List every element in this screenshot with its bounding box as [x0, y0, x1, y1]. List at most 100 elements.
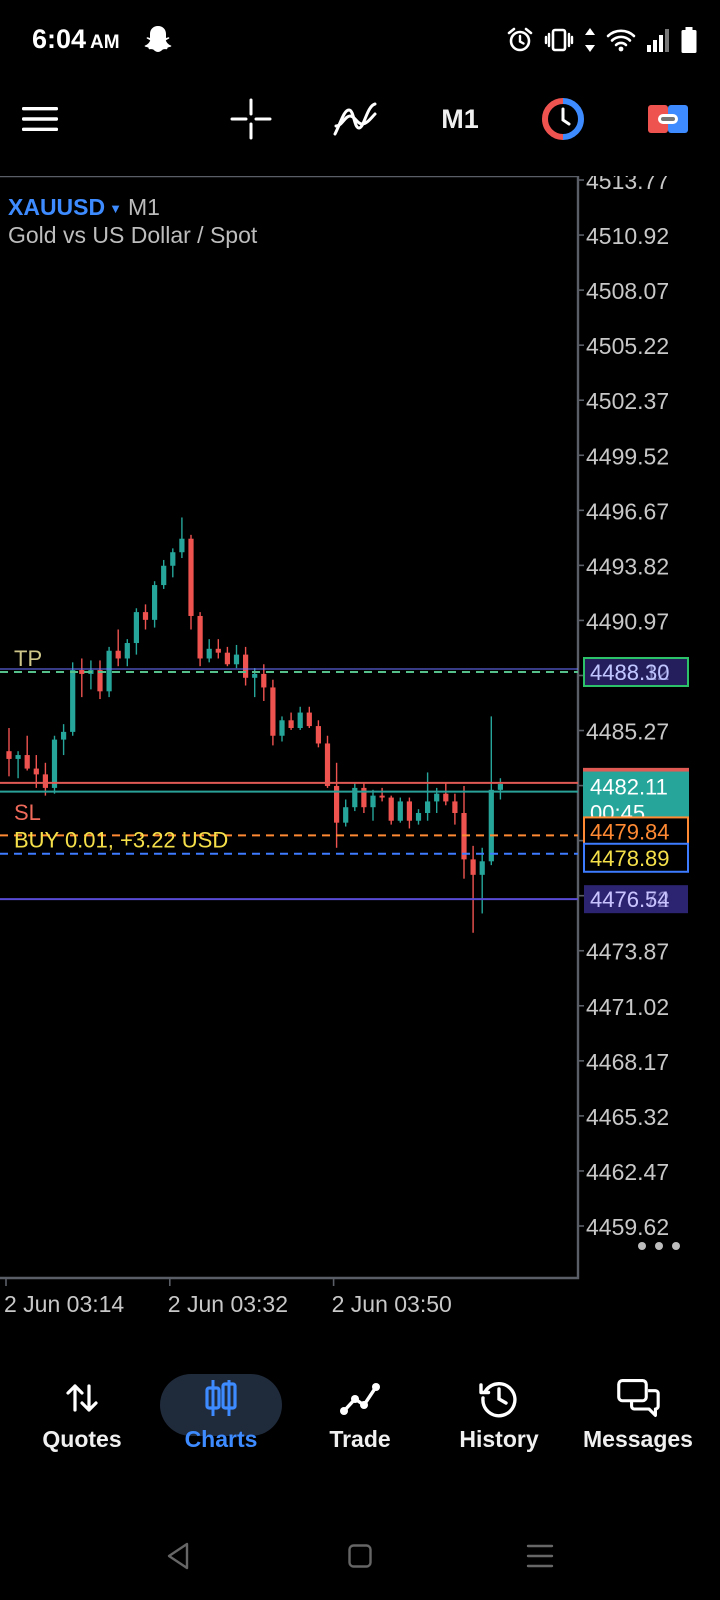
nav-charts[interactable]: Charts: [151, 1358, 291, 1488]
candle-body: [115, 650, 121, 659]
status-icons: [506, 24, 698, 56]
candle-body: [206, 648, 212, 659]
status-time: 6:04 AM: [32, 24, 120, 55]
hamburger-menu-icon: [22, 107, 58, 131]
data-arrows-icon: [585, 28, 595, 52]
candle-body: [33, 768, 39, 775]
system-home-button[interactable]: [342, 1538, 378, 1574]
candle-body: [261, 673, 267, 688]
back-triangle-icon: [167, 1542, 189, 1570]
price-box-text-plain: 4476.54: [590, 887, 670, 912]
nav-label-quotes: Quotes: [42, 1426, 122, 1452]
y-axis-label: 4513.77: [586, 176, 669, 194]
y-axis-label: 4462.47: [586, 1159, 669, 1185]
candle-body: [170, 552, 176, 566]
y-axis-label: 4505.22: [586, 333, 669, 359]
candle-body: [470, 859, 476, 875]
candle-body: [397, 801, 403, 821]
symbol-header[interactable]: XAUUSD ▼ M1: [8, 194, 160, 221]
menu-button[interactable]: [18, 96, 62, 142]
symbol-timeframe: M1: [128, 194, 160, 220]
x-axis-label: 2 Jun 03:14: [4, 1291, 124, 1317]
candle-body: [24, 755, 30, 769]
candle-body: [15, 755, 21, 759]
candle-body: [97, 670, 103, 692]
charts-icon: [199, 1376, 243, 1420]
y-axis-label: 4493.82: [586, 553, 669, 579]
one-click-trade-icon: [648, 105, 688, 133]
trade-icon: [338, 1376, 382, 1420]
nav-label-messages: Messages: [583, 1426, 693, 1452]
candle-body: [297, 712, 303, 729]
candle-body: [306, 712, 312, 727]
nav-messages[interactable]: Messages: [568, 1358, 708, 1488]
candle-body: [6, 751, 12, 759]
bottom-navigation: Quotes Charts Trade History Messages: [0, 1358, 720, 1488]
candle-body: [425, 801, 431, 814]
nav-label-history: History: [459, 1426, 539, 1452]
candle-body: [324, 743, 331, 786]
candle-body: [443, 793, 449, 802]
candle-body: [252, 673, 258, 678]
price-chart[interactable]: 4513.77 4510.92 4508.07 4505.22 4502.37 4499.…: [0, 176, 720, 1322]
candle-body: [224, 652, 230, 665]
symbol-name[interactable]: XAUUSD: [8, 194, 105, 220]
y-axis-label: 4485.27: [586, 719, 669, 745]
messages-icon: [616, 1376, 660, 1420]
symbol-dropdown-icon[interactable]: ▼: [109, 201, 122, 216]
candle-body: [61, 731, 67, 740]
nav-trade[interactable]: Trade: [290, 1358, 430, 1488]
y-axis-label: 4502.37: [586, 388, 669, 414]
candle-body: [79, 670, 85, 674]
candle-body: [288, 720, 294, 729]
symbol-description: Gold vs US Dollar / Spot: [8, 222, 258, 248]
nav-history[interactable]: History: [429, 1358, 569, 1488]
candle-body: [188, 538, 194, 616]
candle-body: [388, 797, 394, 821]
indicator-icon: [333, 102, 377, 136]
price-level-label-position: BUY 0.01, +3.22 USD: [14, 827, 228, 852]
quotes-icon: [60, 1376, 104, 1420]
clock-split-icon: [542, 98, 584, 140]
y-axis-label: 4473.87: [586, 939, 669, 965]
nav-label-trade: Trade: [329, 1426, 391, 1452]
one-click-trading-button[interactable]: [646, 96, 690, 142]
candle-body: [70, 670, 76, 732]
trade-time-button[interactable]: [540, 96, 586, 142]
candle-body: [488, 789, 494, 862]
candle-body: [142, 612, 149, 620]
signal-icon: [647, 29, 669, 52]
candle-body: [42, 774, 48, 788]
price-box-text-bid: 4482.11: [590, 775, 668, 800]
candle-body: [497, 784, 503, 790]
status-bar: 6:04 AM: [0, 0, 720, 80]
wifi-icon: [606, 29, 636, 52]
nav-label-charts: Charts: [184, 1426, 258, 1452]
candle-body: [270, 687, 276, 736]
x-axis-label: 2 Jun 03:50: [332, 1291, 452, 1317]
candle-body: [124, 643, 130, 659]
crosshair-button[interactable]: [228, 96, 274, 142]
recents-lines-icon: [526, 1544, 554, 1568]
price-box-text-position: 4479.84: [590, 819, 670, 844]
more-options-icon[interactable]: [636, 1236, 682, 1256]
system-back-button[interactable]: [160, 1538, 196, 1574]
timeframe-button[interactable]: M1: [432, 96, 488, 142]
candle-body: [479, 861, 485, 875]
x-axis-label: 2 Jun 03:32: [168, 1291, 288, 1317]
crosshair-icon: [230, 98, 272, 140]
candle-body: [243, 654, 249, 678]
candlestick-chart-svg[interactable]: 4513.77 4510.92 4508.07 4505.22 4502.37 4499.…: [0, 176, 720, 1322]
candle-body: [315, 726, 321, 744]
nav-quotes[interactable]: Quotes: [12, 1358, 152, 1488]
y-axis-label: 4510.92: [586, 223, 669, 249]
candle-body: [179, 538, 185, 553]
price-box-text-sl: 4478.89: [590, 846, 670, 871]
indicators-button[interactable]: [330, 96, 380, 142]
price-level-label-sl: SL: [14, 800, 41, 825]
price-box-text-tp: 4488.30: [590, 660, 670, 685]
candle-body: [215, 648, 221, 653]
y-axis-label: 4468.17: [586, 1049, 669, 1075]
system-recents-button[interactable]: [522, 1538, 558, 1574]
history-icon: [477, 1376, 521, 1420]
